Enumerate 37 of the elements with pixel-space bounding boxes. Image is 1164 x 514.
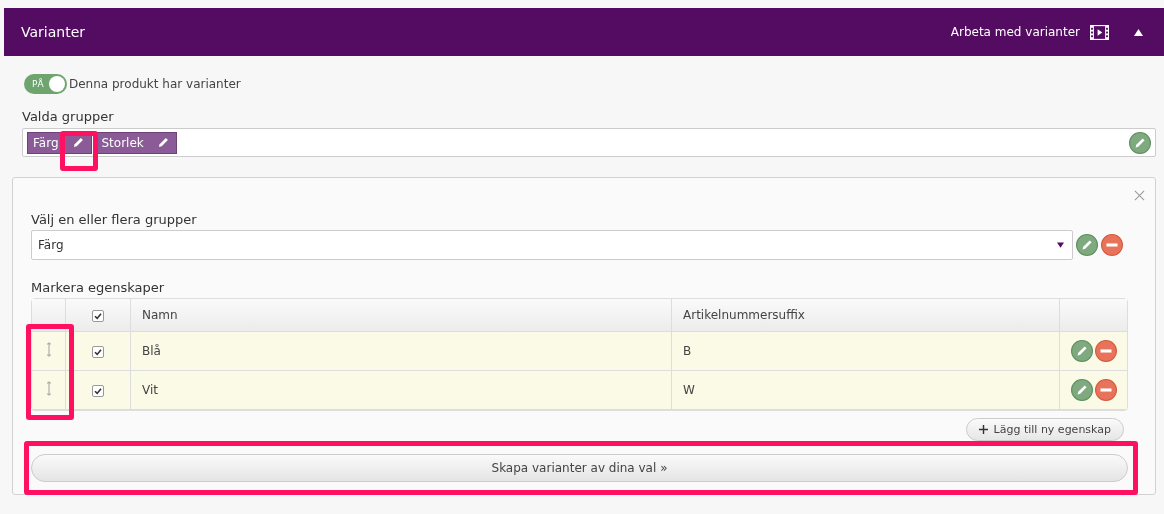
panel-title: Varianter	[21, 24, 86, 40]
table-cell: Blå	[130, 331, 671, 370]
tag-input-field[interactable]: Färg Storlek	[22, 128, 1156, 157]
work-with-variants-link[interactable]: Arbeta med varianter	[950, 25, 1080, 39]
checkbox[interactable]	[92, 309, 104, 322]
table-cell: B	[671, 331, 1059, 370]
edit-icon[interactable]	[1070, 340, 1093, 362]
group-tag[interactable]: Storlek	[95, 131, 177, 154]
drag-handle-icon[interactable]	[45, 381, 52, 396]
field-label: Välj en eller flera grupper	[31, 212, 198, 227]
add-property-button[interactable]: Lägg till ny egenskap	[965, 418, 1124, 441]
edit-icon[interactable]	[1070, 379, 1093, 401]
pencil-icon[interactable]	[157, 137, 169, 148]
drag-handle-icon[interactable]	[45, 342, 52, 357]
checkbox[interactable]	[92, 384, 104, 397]
film-icon[interactable]	[1090, 24, 1109, 40]
toggle-label: Denna produkt har varianter	[69, 77, 241, 91]
remove-icon[interactable]	[1094, 340, 1117, 362]
checkbox[interactable]	[92, 345, 104, 358]
edit-icon[interactable]	[1129, 131, 1151, 154]
highlight-frame	[60, 131, 98, 171]
pencil-icon[interactable]	[72, 137, 84, 148]
field-label: Valda grupper	[22, 109, 115, 124]
caret-icon	[1057, 242, 1064, 248]
field-label: Markera egenskaper	[31, 280, 166, 295]
plus-icon	[978, 425, 988, 434]
remove-icon[interactable]	[1101, 234, 1123, 256]
close-icon[interactable]	[1134, 190, 1145, 201]
column-header: Namn	[130, 299, 671, 331]
table-cell: Vit	[130, 370, 671, 410]
create-variants-button[interactable]: Skapa varianter av dina val »	[31, 454, 1128, 482]
table-cell: W	[671, 370, 1059, 410]
remove-icon[interactable]	[1094, 379, 1117, 401]
group-select[interactable]: Färg	[31, 230, 1073, 260]
collapse-icon[interactable]	[1133, 27, 1144, 37]
column-header: Artikelnummersuffix	[671, 299, 1059, 331]
edit-icon[interactable]	[1076, 234, 1098, 256]
